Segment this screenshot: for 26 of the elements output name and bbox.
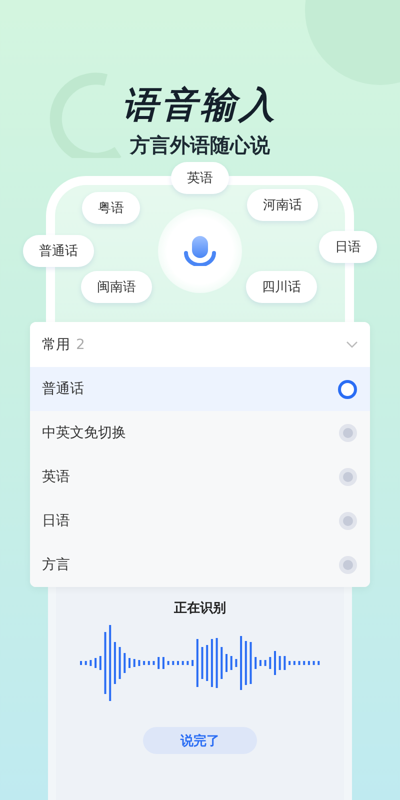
option-label: 方言: [42, 556, 70, 574]
menu-count: 2: [76, 336, 85, 352]
language-chip[interactable]: 河南话: [247, 189, 318, 221]
radio-button[interactable]: [338, 380, 357, 398]
menu-header[interactable]: 常用 2: [30, 322, 370, 367]
language-option[interactable]: 普通话: [30, 367, 370, 411]
language-chip[interactable]: 日语: [319, 231, 377, 263]
language-chip[interactable]: 闽南语: [81, 271, 152, 303]
option-label: 普通话: [42, 380, 84, 398]
option-label: 日语: [42, 512, 70, 530]
language-chip[interactable]: 普通话: [23, 235, 94, 267]
language-option[interactable]: 英语: [30, 455, 370, 499]
menu-label: 常用: [42, 336, 70, 354]
language-chip[interactable]: 英语: [171, 162, 229, 194]
option-label: 中英文免切换: [42, 424, 126, 442]
option-label: 英语: [42, 468, 70, 486]
status-text: 正在识别: [174, 600, 226, 617]
chevron-down-icon: [346, 341, 358, 348]
language-option[interactable]: 方言: [30, 543, 370, 587]
done-button[interactable]: 说完了: [143, 727, 257, 754]
page-title: 语音输入: [122, 84, 278, 128]
page-subtitle: 方言外语随心说: [130, 132, 270, 158]
microphone-icon: [184, 236, 216, 266]
language-chip[interactable]: 四川话: [246, 271, 317, 303]
language-option[interactable]: 日语: [30, 499, 370, 543]
language-option[interactable]: 中英文免切换: [30, 411, 370, 455]
